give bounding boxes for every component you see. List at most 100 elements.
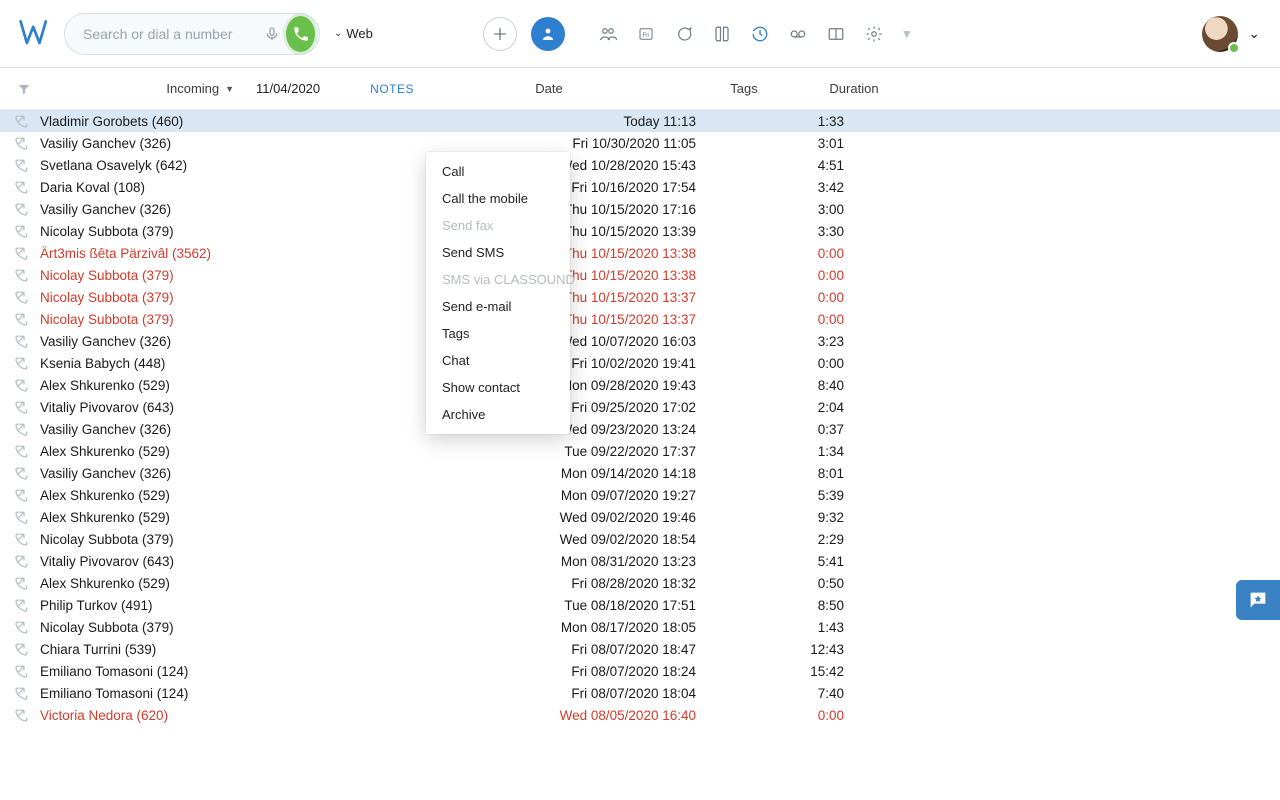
call-row[interactable]: Philip Turkov (491)Tue 08/18/2020 17:518… [0, 594, 1280, 616]
call-row[interactable]: Ärt3mis ßêta Pärzivâl (3562)Thu 10/15/20… [0, 242, 1280, 264]
caller-name: Victoria Nedora (620) [36, 708, 536, 723]
svg-text:Fn: Fn [642, 33, 649, 39]
presence-indicator [1228, 42, 1240, 54]
toolbar: Fn ▼ [483, 17, 913, 51]
call-row[interactable]: Vasiliy Ganchev (326)Wed 10/07/2020 16:0… [0, 330, 1280, 352]
call-row[interactable]: Nicolay Subbota (379)Thu 10/15/2020 13:3… [0, 308, 1280, 330]
call-date: Fri 08/07/2020 18:24 [536, 664, 696, 679]
call-duration: 3:30 [776, 224, 864, 239]
call-row[interactable]: Nicolay Subbota (379)Wed 09/02/2020 18:5… [0, 528, 1280, 550]
context-menu-item[interactable]: Show contact [426, 374, 570, 401]
filter-icon[interactable] [14, 82, 34, 96]
add-button[interactable] [483, 17, 517, 51]
call-duration: 0:00 [776, 268, 864, 283]
context-menu-item[interactable]: Tags [426, 320, 570, 347]
call-date: Mon 09/14/2020 14:18 [536, 466, 696, 481]
call-duration: 3:23 [776, 334, 864, 349]
call-row[interactable]: Chiara Turrini (539)Fri 08/07/2020 18:47… [0, 638, 1280, 660]
chat-icon[interactable] [667, 17, 701, 51]
incoming-call-icon [14, 333, 36, 349]
notes-link[interactable]: NOTES [370, 82, 414, 96]
account-selector[interactable]: ⌄ Web [334, 26, 373, 41]
dial-button[interactable] [286, 16, 315, 52]
app-logo [14, 13, 56, 55]
function-keys-icon[interactable]: Fn [629, 17, 663, 51]
incoming-call-icon [14, 531, 36, 547]
settings-icon[interactable] [857, 17, 891, 51]
contacts-button[interactable] [531, 17, 565, 51]
caller-name: Chiara Turrini (539) [36, 642, 536, 657]
call-row[interactable]: Nicolay Subbota (379)Thu 10/15/2020 13:3… [0, 220, 1280, 242]
column-header-duration: Duration [804, 81, 904, 96]
call-date: Wed 08/05/2020 16:40 [536, 708, 696, 723]
incoming-call-icon [14, 179, 36, 195]
call-duration: 5:39 [776, 488, 864, 503]
call-row[interactable]: Svetlana Osavelyk (642)Wed 10/28/2020 15… [0, 154, 1280, 176]
voicemail-icon[interactable] [781, 17, 815, 51]
context-menu-item[interactable]: Call [426, 158, 570, 185]
call-duration: 2:29 [776, 532, 864, 547]
call-row[interactable]: Vasiliy Ganchev (326)Fri 10/30/2020 11:0… [0, 132, 1280, 154]
user-menu[interactable]: ⌄ [1202, 16, 1260, 52]
call-row[interactable]: Vitaliy Pivovarov (643)Fri 09/25/2020 17… [0, 396, 1280, 418]
call-duration: 3:42 [776, 180, 864, 195]
incoming-call-icon [14, 399, 36, 415]
call-row[interactable]: Nicolay Subbota (379)Thu 10/15/2020 13:3… [0, 286, 1280, 308]
call-row[interactable]: Alex Shkurenko (529)Tue 09/22/2020 17:37… [0, 440, 1280, 462]
incoming-call-icon [14, 509, 36, 525]
feedback-tab[interactable] [1236, 580, 1280, 620]
incoming-call-icon [14, 355, 36, 371]
incoming-call-icon [14, 377, 36, 393]
call-row[interactable]: Alex Shkurenko (529)Fri 08/28/2020 18:32… [0, 572, 1280, 594]
context-menu-item[interactable]: Send SMS [426, 239, 570, 266]
call-row[interactable]: Vladimir Gorobets (460)Today 11:131:33 [0, 110, 1280, 132]
context-menu-item[interactable]: Call the mobile [426, 185, 570, 212]
call-row[interactable]: Vasiliy Ganchev (326)Mon 09/14/2020 14:1… [0, 462, 1280, 484]
call-row[interactable]: Nicolay Subbota (379)Thu 10/15/2020 13:3… [0, 264, 1280, 286]
column-header-date: Date [414, 81, 684, 96]
context-menu-item[interactable]: Chat [426, 347, 570, 374]
search-dial-pill[interactable] [64, 13, 320, 55]
call-row[interactable]: Victoria Nedora (620)Wed 08/05/2020 16:4… [0, 704, 1280, 726]
microphone-icon[interactable] [264, 26, 280, 42]
context-menu-item[interactable]: Send e-mail [426, 293, 570, 320]
call-duration: 4:51 [776, 158, 864, 173]
toolbar-more-caret[interactable]: ▼ [901, 27, 913, 41]
call-row[interactable]: Ksenia Babych (448)Fri 10/02/2020 19:410… [0, 352, 1280, 374]
colleagues-icon[interactable] [591, 17, 625, 51]
call-row[interactable]: Emiliano Tomasoni (124)Fri 08/07/2020 18… [0, 682, 1280, 704]
call-date: Fri 08/07/2020 18:47 [536, 642, 696, 657]
context-menu-item: Send fax [426, 212, 570, 239]
call-row[interactable]: Daria Koval (108)Fri 10/16/2020 17:543:4… [0, 176, 1280, 198]
panels-icon[interactable] [819, 17, 853, 51]
context-menu-item[interactable]: Archive [426, 401, 570, 428]
call-row[interactable]: Nicolay Subbota (379)Mon 08/17/2020 18:0… [0, 616, 1280, 638]
date-filter[interactable]: 11/04/2020 [256, 81, 320, 96]
caller-name: Vasiliy Ganchev (326) [36, 136, 536, 151]
incoming-call-icon [14, 575, 36, 591]
call-row[interactable]: Alex Shkurenko (529)Mon 09/07/2020 19:27… [0, 484, 1280, 506]
history-icon[interactable] [743, 17, 777, 51]
chevron-down-icon: ▼ [225, 84, 234, 94]
caller-name: Nicolay Subbota (379) [36, 532, 536, 547]
call-duration: 5:41 [776, 554, 864, 569]
incoming-call-icon [14, 443, 36, 459]
search-input[interactable] [83, 26, 264, 42]
direction-filter[interactable]: Incoming ▼ [166, 81, 234, 96]
incoming-call-icon [14, 663, 36, 679]
call-row[interactable]: Vitaliy Pivovarov (643)Mon 08/31/2020 13… [0, 550, 1280, 572]
call-duration: 15:42 [776, 664, 864, 679]
call-duration: 0:00 [776, 290, 864, 305]
caller-name: Alex Shkurenko (529) [36, 444, 536, 459]
call-row[interactable]: Alex Shkurenko (529)Mon 09/28/2020 19:43… [0, 374, 1280, 396]
column-header-tags: Tags [684, 81, 804, 96]
call-row[interactable]: Vasiliy Ganchev (326)Wed 09/23/2020 13:2… [0, 418, 1280, 440]
chevron-down-icon[interactable]: ⌄ [1248, 25, 1260, 42]
call-row[interactable]: Alex Shkurenko (529)Wed 09/02/2020 19:46… [0, 506, 1280, 528]
call-row[interactable]: Vasiliy Ganchev (326)Thu 10/15/2020 17:1… [0, 198, 1280, 220]
call-row[interactable]: Emiliano Tomasoni (124)Fri 08/07/2020 18… [0, 660, 1280, 682]
call-duration: 1:43 [776, 620, 864, 635]
incoming-call-icon [14, 641, 36, 657]
direction-filter-label: Incoming [166, 81, 219, 96]
phonebook-icon[interactable] [705, 17, 739, 51]
